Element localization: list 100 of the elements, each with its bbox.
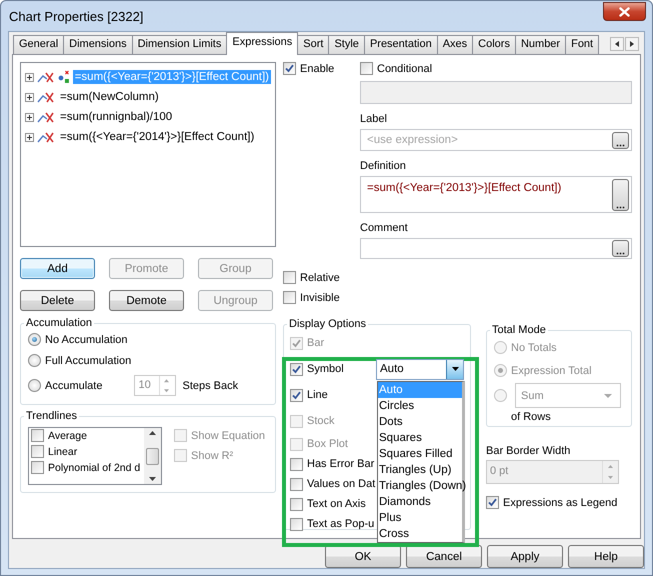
line-chart-icon [37,90,55,104]
dropdown-option[interactable]: Plus [378,510,462,526]
checkbox-label: Linear [48,446,78,458]
checkbox[interactable] [486,496,499,509]
dropdown-option[interactable]: Circles [378,398,462,414]
checkbox-label: Show Equation [191,430,265,442]
checkbox-label: Average [48,430,87,442]
comment-field[interactable] [360,238,632,259]
radio-button[interactable] [28,354,41,367]
close-button[interactable] [603,2,646,21]
ok-button[interactable]: OK [325,545,401,568]
dropdown-option[interactable]: Squares [378,430,462,446]
tab[interactable]: Number [514,35,566,54]
expand-icon[interactable] [25,112,34,122]
expand-icon[interactable] [25,92,34,102]
down-arrow-icon[interactable] [148,476,157,482]
expression-item[interactable]: =sum(runnignbal)/100 [58,110,174,124]
scrollbar[interactable] [144,428,161,484]
tab[interactable]: Axes [436,35,474,54]
close-icon [619,6,630,16]
radio-label: Accumulate [45,380,102,392]
field-value: 0 pt [489,464,510,479]
checkbox[interactable] [290,388,303,402]
expand-icon[interactable] [25,132,34,142]
ellipsis-icon [616,251,625,256]
dropdown-option[interactable]: Dots [378,414,462,430]
tab[interactable]: Presentation [364,35,438,54]
tab[interactable]: Sort [297,35,330,54]
checkbox[interactable] [290,362,303,376]
checkbox[interactable] [360,62,373,75]
tab[interactable]: Dimensions [63,35,133,54]
checkbox[interactable] [31,445,44,458]
apply-button[interactable]: Apply [487,545,563,568]
tab[interactable]: Font [565,35,600,54]
checkbox[interactable] [31,429,44,442]
scroll-left-button[interactable] [610,37,624,51]
definition-text: =sum({<Year={'2013'}>}[Effect Count]) [367,181,562,194]
field-label: Bar Border Width [486,445,572,457]
dropdown-option[interactable]: Diamonds [378,494,462,510]
checkbox-label: Relative [300,272,340,284]
cancel-button[interactable]: Cancel [406,545,482,568]
group-title: Accumulation [25,317,94,329]
checkbox-label: Box Plot [307,438,349,450]
expand-icon[interactable] [25,72,34,82]
ellipsis-icon [616,205,625,210]
checkbox-label: Show R² [191,450,234,462]
checkbox-label: Values on Dat [307,478,374,490]
checkbox[interactable] [283,62,296,75]
browse-button[interactable] [612,240,629,257]
dropdown-option[interactable]: Cross [378,526,462,542]
radio-button[interactable] [28,333,41,346]
spin-value: 10 [137,378,152,393]
tab[interactable]: Expressions [226,32,298,55]
demote-button[interactable]: Demote [109,290,184,311]
right-triangle-icon [630,41,634,47]
field-label: Label [360,112,388,126]
help-button[interactable]: Help [568,545,644,568]
checkbox[interactable] [290,478,303,490]
checkbox-label: Expressions as Legend [503,496,618,508]
definition-field[interactable]: =sum({<Year={'2013'}>}[Effect Count]) [360,176,632,213]
checkbox-label: Has Error Bar [307,458,374,470]
checkbox-label: Polynomial of 2nd d [48,462,140,474]
up-arrow-icon[interactable] [148,430,157,436]
dropdown-value: Sum [521,390,544,402]
checkbox[interactable] [31,461,44,474]
expression-item[interactable]: =sum(NewColumn) [58,90,161,104]
group-title: Display Options [288,318,368,330]
tab[interactable]: General [13,35,64,54]
tab[interactable]: Style [328,35,365,54]
caret-icon[interactable] [452,367,458,371]
checkbox-label: Bar [307,337,326,349]
scrollbar-thumb[interactable] [146,448,159,464]
dropdown-option[interactable]: Triangles (Up) [378,462,462,478]
checkbox-label: Invisible [300,292,340,304]
browse-button[interactable] [612,132,629,149]
add-button[interactable]: Add [20,258,95,279]
tab[interactable]: Dimension Limits [132,35,228,54]
browse-button[interactable] [612,179,629,211]
field-label: Comment [360,221,409,235]
ellipsis-icon [616,143,625,148]
scroll-right-button[interactable] [625,37,639,51]
dropdown-option[interactable]: Squares Filled [378,446,462,462]
checkbox[interactable] [290,458,303,470]
condition-field[interactable] [360,81,632,104]
checkbox[interactable] [290,498,303,510]
checkbox[interactable] [283,291,296,304]
checkbox-label: Stock [307,415,336,427]
symbol-icon [58,70,70,84]
radio-label: No Accumulation [45,334,128,346]
checkbox[interactable] [290,518,303,530]
checkbox-label: Symbol [307,363,345,375]
tab[interactable]: Colors [472,35,516,54]
checkbox-label: Text on Axis [307,498,367,510]
radio-button[interactable] [28,379,41,392]
expression-item[interactable]: =sum({<Year={'2014'}>}[Effect Count]) [58,130,256,144]
checkbox[interactable] [283,271,296,284]
of-rows-label: of Rows [511,411,552,423]
group-title: Trendlines [25,410,78,422]
checkbox-label: Conditional [377,62,432,74]
delete-button[interactable]: Delete [20,290,95,311]
